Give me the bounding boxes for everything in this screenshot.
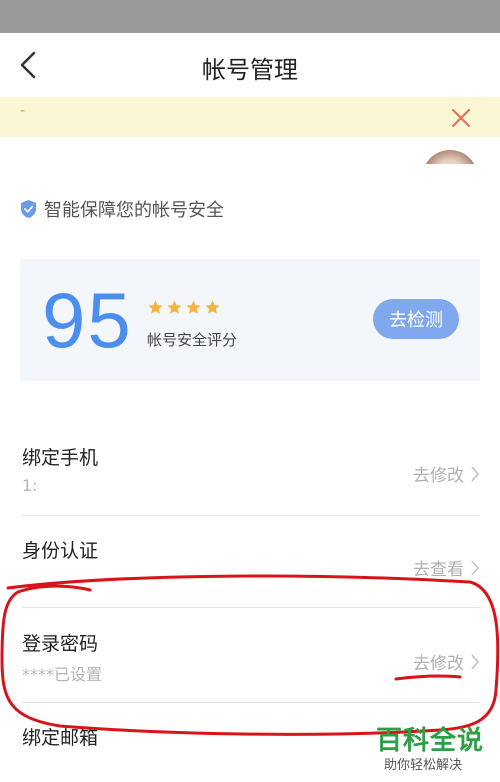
- row-action[interactable]: 去查看: [413, 555, 480, 580]
- security-score-card: 95 帐号安全评分 去检测: [20, 259, 480, 381]
- avatar[interactable]: [422, 150, 478, 164]
- star-icon: [186, 300, 201, 314]
- star-icon: [167, 300, 182, 314]
- chevron-right-icon: [471, 466, 479, 481]
- page-title: 帐号管理: [202, 56, 298, 84]
- star-rating: [147, 299, 223, 316]
- security-hint-text: 智能保障您的帐号安全: [44, 200, 224, 221]
- watermark-subtitle: 助你轻松解决: [384, 758, 463, 773]
- watermark-title: 百科全说: [376, 726, 485, 756]
- status-bar: [0, 0, 500, 33]
- row-action[interactable]: 去修改: [413, 649, 480, 674]
- row-title: 登录密码: [22, 633, 99, 655]
- check-button[interactable]: 去检测: [373, 299, 459, 339]
- row-subtitle: ****已设置: [22, 665, 103, 684]
- close-icon: [451, 108, 471, 128]
- row-title: 绑定邮箱: [22, 727, 99, 749]
- row-action-label: 去查看: [413, 560, 464, 580]
- row-title: 绑定手机: [22, 447, 99, 469]
- chevron-right-icon: [471, 560, 479, 575]
- chevron-right-icon: [471, 654, 479, 669]
- security-hint: 智能保障您的帐号安全: [20, 196, 224, 222]
- security-score-label: 帐号安全评分: [147, 331, 238, 349]
- notice-bar: -: [0, 97, 500, 137]
- row-title: 身份认证: [22, 540, 99, 562]
- shield-check-icon: [21, 200, 36, 218]
- notice-close-button[interactable]: [450, 107, 472, 129]
- list-item-identity[interactable]: 身份认证 去查看: [0, 516, 500, 608]
- nav-bar: 帐号管理: [0, 33, 500, 97]
- star-icon: [205, 300, 220, 314]
- row-subtitle: 1:: [22, 476, 38, 495]
- row-action[interactable]: 去修改: [413, 461, 480, 486]
- star-icon: [148, 300, 163, 314]
- list-item-bind-phone[interactable]: 绑定手机 1: 去修改: [0, 430, 500, 516]
- watermark-logo: 百科全说 助你轻松解决: [372, 720, 500, 782]
- notice-text: -: [20, 103, 26, 119]
- security-score: 95: [42, 276, 133, 364]
- row-action-label: 去修改: [413, 654, 464, 674]
- row-action-label: 去修改: [413, 466, 464, 486]
- list-item-login-password[interactable]: 登录密码 ****已设置 去修改: [0, 608, 500, 703]
